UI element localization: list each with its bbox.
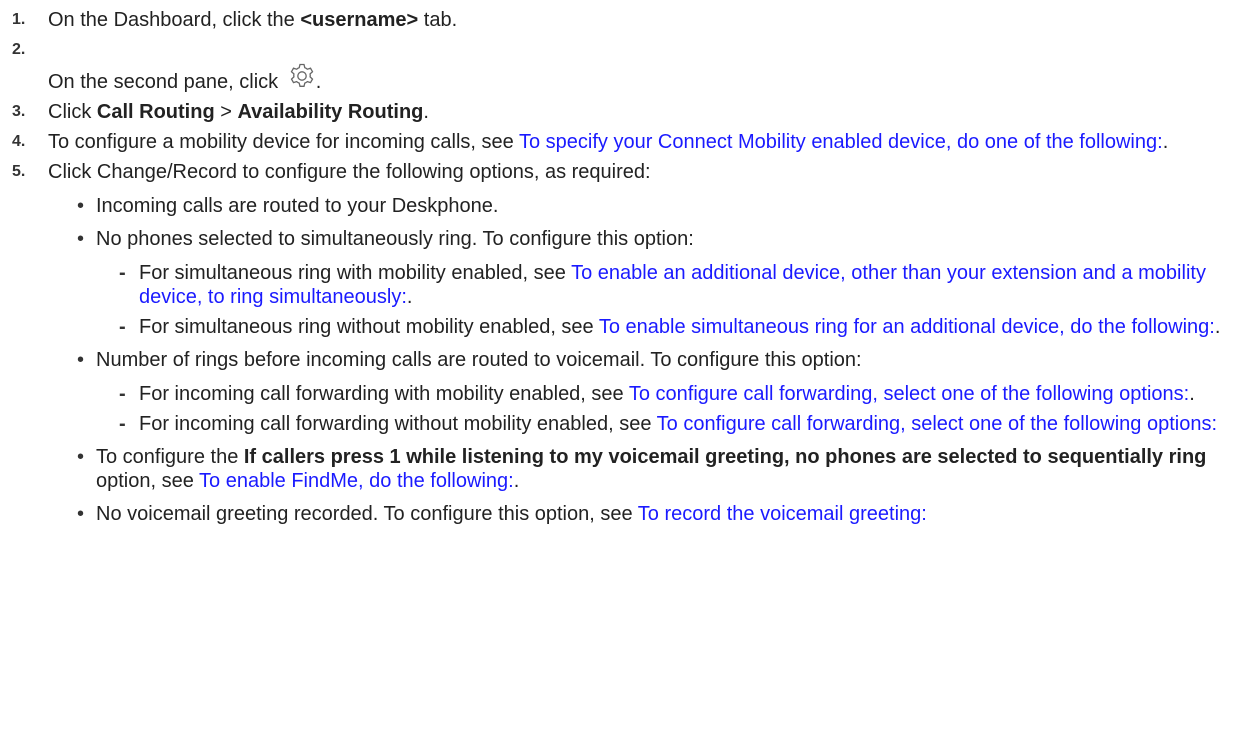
findme-option-label: If callers press 1 while listening to my…: [243, 446, 1207, 468]
dash-icon: -: [119, 316, 126, 338]
sub-item-text-pre: For simultaneous ring with mobility enab…: [139, 262, 572, 284]
list-item: • Number of rings before incoming calls …: [0, 348, 1247, 436]
bullet-icon: •: [77, 446, 85, 468]
sub-list-item: - For simultaneous ring without mobility…: [96, 315, 1247, 339]
simultaneous-ring-link[interactable]: To enable simultaneous ring for an addit…: [599, 316, 1215, 338]
step-number: 4.: [12, 133, 26, 150]
dash-icon: -: [119, 262, 126, 284]
mobility-device-link[interactable]: To specify your Connect Mobility enabled…: [519, 131, 1163, 153]
step-1: 1. On the Dashboard, click the <username…: [0, 8, 1247, 32]
list-item-text: Incoming calls are routed to your Deskph…: [96, 195, 499, 217]
step-number: 5.: [12, 163, 26, 180]
sub-item-text-pre: For incoming call forwarding without mob…: [139, 413, 657, 435]
dash-icon: -: [119, 413, 126, 435]
step-text: On the second pane, click .: [48, 38, 1247, 94]
step-5: 5. Click Change/Record to configure the …: [0, 160, 1247, 184]
sub-list-item: - For incoming call forwarding without m…: [96, 412, 1247, 436]
sub-item-text-pre: For incoming call forwarding with mobili…: [139, 383, 629, 405]
call-forwarding-link[interactable]: To configure call forwarding, select one…: [657, 413, 1217, 435]
record-greeting-link[interactable]: To record the voicemail greeting:: [638, 503, 927, 525]
step-text-pre: Click: [48, 101, 97, 123]
options-list: • Incoming calls are routed to your Desk…: [0, 194, 1247, 526]
call-routing-label: Call Routing: [96, 101, 215, 123]
username-tab-label: <username>: [300, 9, 419, 31]
step-text-pre: On the second pane, click: [48, 71, 284, 93]
list-item-text-mid: option, see: [96, 470, 200, 492]
step-text-pre: On the Dashboard, click the: [48, 9, 301, 31]
bullet-icon: •: [77, 228, 85, 250]
sub-item-text-post: .: [406, 286, 413, 308]
gear-icon: [288, 62, 316, 90]
step-number: 3.: [12, 103, 26, 120]
bullet-icon: •: [77, 503, 85, 525]
list-item: • To configure the If callers press 1 wh…: [0, 445, 1247, 493]
list-item-text-post: .: [513, 470, 520, 492]
step-2: 2. On the second pane, click .: [0, 38, 1247, 94]
bullet-icon: •: [77, 195, 85, 217]
availability-routing-label: Availability Routing: [237, 101, 424, 123]
step-3: 3. Click Call Routing > Availability Rou…: [0, 100, 1247, 124]
list-item: • Incoming calls are routed to your Desk…: [0, 194, 1247, 218]
step-4: 4. To configure a mobility device for in…: [0, 130, 1247, 154]
step-text-post: tab.: [418, 9, 458, 31]
list-item-text: No phones selected to simultaneously rin…: [96, 228, 694, 250]
list-item: • No phones selected to simultaneously r…: [0, 227, 1247, 339]
sub-list-item: - For simultaneous ring with mobility en…: [96, 261, 1247, 309]
findme-link[interactable]: To enable FindMe, do the following:: [199, 470, 514, 492]
step-number: 1.: [12, 11, 26, 28]
list-item-text: Number of rings before incoming calls ar…: [96, 349, 862, 371]
sub-list-item: - For incoming call forwarding with mobi…: [96, 382, 1247, 406]
step-text-post: .: [1162, 131, 1169, 153]
call-forwarding-mobility-link[interactable]: To configure call forwarding, select one…: [629, 383, 1189, 405]
bullet-icon: •: [77, 349, 85, 371]
list-item: • No voicemail greeting recorded. To con…: [0, 502, 1247, 526]
step-text-post: .: [315, 71, 322, 93]
sub-item-text-post: .: [1214, 316, 1221, 338]
step-number: 2.: [12, 41, 26, 58]
step-text-separator: >: [214, 101, 238, 123]
step-text: Click Change/Record to configure the fol…: [48, 161, 651, 183]
dash-icon: -: [119, 383, 126, 405]
list-item-text-pre: No voicemail greeting recorded. To confi…: [96, 503, 638, 525]
sub-item-text-pre: For simultaneous ring without mobility e…: [139, 316, 599, 338]
sub-list: - For simultaneous ring with mobility en…: [96, 261, 1247, 339]
sub-item-text-post: .: [1189, 383, 1195, 405]
list-item-text-pre: To configure the: [96, 446, 244, 468]
step-text-pre: To configure a mobility device for incom…: [48, 131, 519, 153]
instructions-document: 1. On the Dashboard, click the <username…: [0, 0, 1247, 526]
step-text-post: .: [423, 101, 429, 123]
sub-list: - For incoming call forwarding with mobi…: [96, 382, 1247, 436]
